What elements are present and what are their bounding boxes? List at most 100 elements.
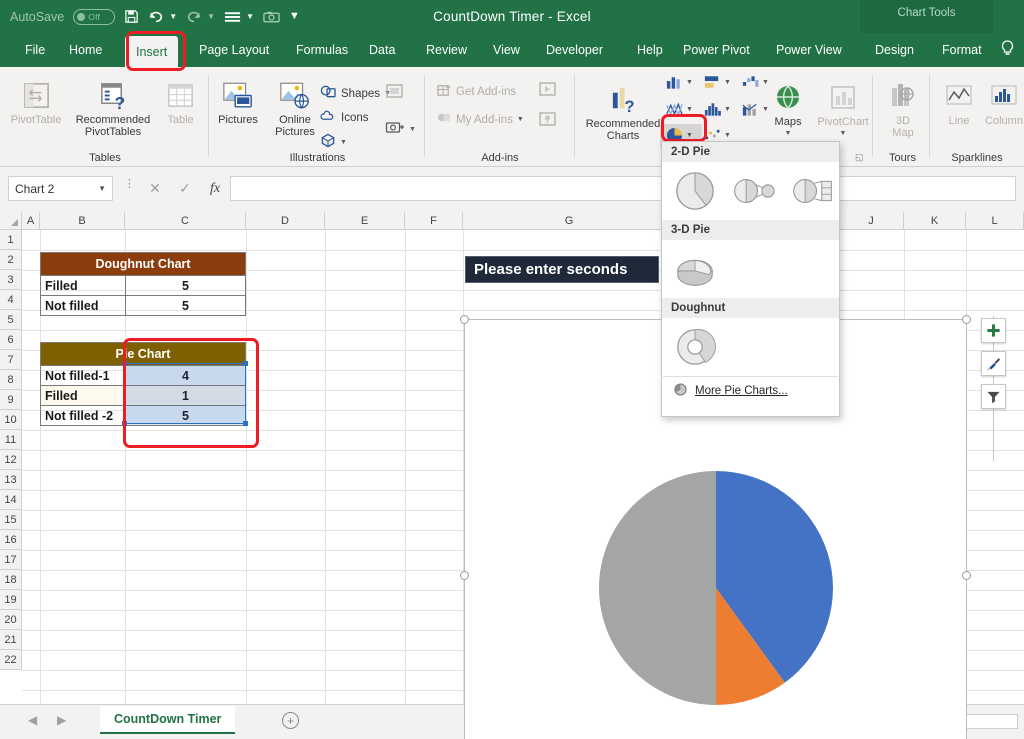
bar-chart-button[interactable]: ▼ xyxy=(703,74,731,90)
more-pie-charts-menu-item[interactable]: More Pie Charts... xyxy=(662,377,839,405)
column-header-e[interactable]: E xyxy=(325,212,405,230)
chart-resize-handle-ml[interactable] xyxy=(460,571,469,580)
recommended-charts-button[interactable]: ? Recommended Charts xyxy=(578,83,668,142)
column-header-g[interactable]: G xyxy=(463,212,676,230)
table-row[interactable]: Filled 5 xyxy=(41,275,245,295)
row-header-20[interactable]: 20 xyxy=(0,610,22,630)
histogram-chart-caret[interactable]: ▼ xyxy=(724,106,731,113)
column-header-f[interactable]: F xyxy=(405,212,463,230)
screenshot-button[interactable] xyxy=(385,83,405,103)
gallery-item-pie-3d-icon[interactable] xyxy=(672,246,718,292)
tab-design[interactable]: Design xyxy=(864,33,925,67)
bing-maps-button[interactable] xyxy=(538,111,558,131)
gallery-item-pie-icon[interactable] xyxy=(672,168,718,214)
row-header-18[interactable]: 18 xyxy=(0,570,22,590)
bar-chart-caret[interactable]: ▼ xyxy=(724,79,731,86)
3d-map-button[interactable]: 3D Map xyxy=(879,80,927,139)
tab-data[interactable]: Data xyxy=(358,33,406,67)
pictures-button[interactable]: Pictures xyxy=(208,79,268,126)
sheet-prev-icon[interactable]: ◀ xyxy=(28,713,37,727)
shapes-button[interactable]: Shapes ▼ xyxy=(320,85,391,102)
row-header-5[interactable]: 5 xyxy=(0,310,22,330)
formula-input[interactable] xyxy=(230,176,1016,201)
row-header-6[interactable]: 6 xyxy=(0,330,22,350)
row-header-4[interactable]: 4 xyxy=(0,290,22,310)
get-addins-button[interactable]: Get Add-ins xyxy=(437,83,516,100)
select-all-button[interactable] xyxy=(0,212,22,230)
tab-power-pivot[interactable]: Power Pivot xyxy=(672,33,761,67)
name-box[interactable]: Chart 2 ▼ xyxy=(8,176,113,201)
row-header-19[interactable]: 19 xyxy=(0,590,22,610)
table-row[interactable]: Not filled -2 5 xyxy=(41,405,245,425)
sparkline-line-button[interactable]: Line xyxy=(938,80,980,127)
column-header-b[interactable]: B xyxy=(40,212,125,230)
maps-dropdown-caret[interactable]: ▼ xyxy=(785,128,792,140)
row-header-12[interactable]: 12 xyxy=(0,450,22,470)
row-header-8[interactable]: 8 xyxy=(0,370,22,390)
seconds-input-textbox[interactable]: Please enter seconds xyxy=(465,256,659,283)
recommended-pivottables-button[interactable]: ? Recommended PivotTables xyxy=(68,79,158,138)
chart-resize-handle-mr[interactable] xyxy=(962,571,971,580)
chart-resize-handle-tl[interactable] xyxy=(460,315,469,324)
get-screen-clipping-button[interactable]: ▼ xyxy=(385,119,416,139)
maps-button[interactable]: Maps ▼ xyxy=(765,81,811,140)
chart-resize-handle-tr[interactable] xyxy=(962,315,971,324)
insert-function-icon[interactable]: fx xyxy=(200,176,230,201)
tab-home[interactable]: Home xyxy=(58,33,113,67)
sparkline-column-button[interactable]: Column xyxy=(980,80,1024,127)
scatter-chart-caret[interactable]: ▼ xyxy=(724,132,731,139)
sheet-next-icon[interactable]: ▶ xyxy=(57,713,66,727)
pivotchart-dropdown-caret[interactable]: ▼ xyxy=(840,128,847,140)
table-button[interactable]: Table xyxy=(158,79,203,126)
tell-me-lightbulb-icon[interactable] xyxy=(1000,40,1015,63)
table-row[interactable]: Not filled-1 4 xyxy=(41,365,245,385)
column-chart-button[interactable]: ▼ xyxy=(665,74,693,90)
row-header-10[interactable]: 10 xyxy=(0,410,22,430)
row-header-3[interactable]: 3 xyxy=(0,270,22,290)
cancel-edit-icon[interactable]: ✕ xyxy=(140,176,170,201)
row-header-15[interactable]: 15 xyxy=(0,510,22,530)
chart-filters-button[interactable] xyxy=(981,384,1006,409)
confirm-edit-icon[interactable]: ✓ xyxy=(170,176,200,201)
3d-models-button[interactable]: ▼ xyxy=(320,133,347,151)
column-chart-caret[interactable]: ▼ xyxy=(686,79,693,86)
row-header-9[interactable]: 9 xyxy=(0,390,22,410)
name-box-caret-icon[interactable]: ▼ xyxy=(98,184,106,193)
3d-models-dropdown-caret[interactable]: ▼ xyxy=(340,139,347,146)
row-header-21[interactable]: 21 xyxy=(0,630,22,650)
tab-view[interactable]: View xyxy=(482,33,531,67)
icons-button[interactable]: Icons xyxy=(320,109,369,126)
tab-review[interactable]: Review xyxy=(415,33,478,67)
column-header-a[interactable]: A xyxy=(22,212,40,230)
column-header-k[interactable]: K xyxy=(904,212,966,230)
column-header-c[interactable]: C xyxy=(125,212,246,230)
row-header-16[interactable]: 16 xyxy=(0,530,22,550)
row-header-14[interactable]: 14 xyxy=(0,490,22,510)
table-row[interactable]: Not filled 5 xyxy=(41,295,245,315)
row-header-1[interactable]: 1 xyxy=(0,230,22,250)
pie-chart-caret[interactable]: ▼ xyxy=(686,132,693,139)
row-header-7[interactable]: 7 xyxy=(0,350,22,370)
tab-formulas[interactable]: Formulas xyxy=(285,33,359,67)
screen-clipping-dropdown-caret[interactable]: ▼ xyxy=(409,126,416,133)
tab-format[interactable]: Format xyxy=(931,33,993,67)
tab-developer[interactable]: Developer xyxy=(535,33,614,67)
histogram-chart-button[interactable]: ▼ xyxy=(703,101,731,117)
tab-insert[interactable]: Insert xyxy=(125,36,179,67)
chart-elements-button[interactable] xyxy=(981,318,1006,343)
add-sheet-button[interactable]: + xyxy=(282,712,299,729)
pivottable-button[interactable]: PivotTable xyxy=(5,79,67,126)
online-pictures-button[interactable]: Online Pictures xyxy=(267,79,323,138)
tab-file[interactable]: File xyxy=(14,33,56,67)
row-header-11[interactable]: 11 xyxy=(0,430,22,450)
sheet-tab-countdown-timer[interactable]: CountDown Timer xyxy=(100,706,236,734)
gallery-item-pie-of-pie-icon[interactable] xyxy=(731,168,777,214)
table-row[interactable]: Filled 1 xyxy=(41,385,245,405)
chart-styles-button[interactable] xyxy=(981,351,1006,376)
gallery-item-doughnut-icon[interactable] xyxy=(672,324,718,370)
row-header-2[interactable]: 2 xyxy=(0,250,22,270)
tab-help[interactable]: Help xyxy=(626,33,674,67)
visio-visualizer-button[interactable] xyxy=(538,81,558,101)
line-chart-button[interactable]: ▼ xyxy=(665,101,693,117)
formula-bar-grip[interactable]: ⋮ xyxy=(124,179,135,190)
